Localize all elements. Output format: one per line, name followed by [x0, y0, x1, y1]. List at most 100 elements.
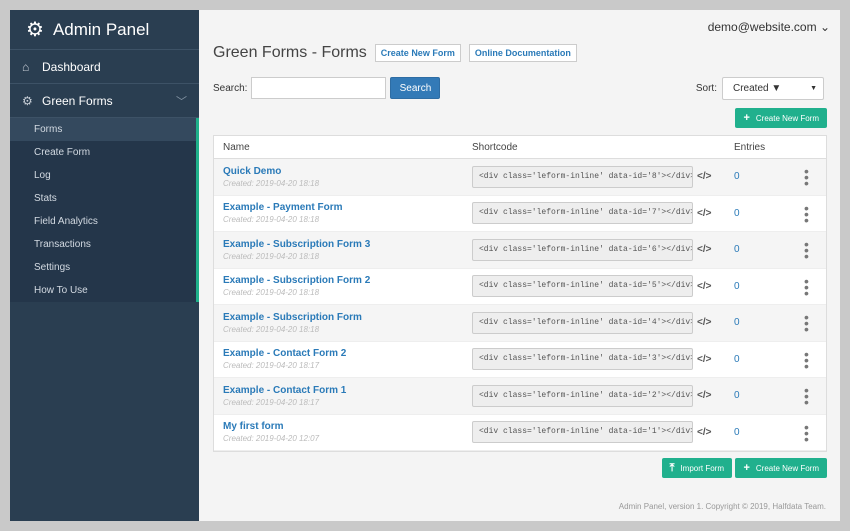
- chevron-down-icon: ⌄: [819, 20, 830, 34]
- home-icon: ⌂: [22, 59, 30, 74]
- form-name-link[interactable]: Example - Subscription Form 2: [223, 275, 472, 286]
- created-date: Created: 2019-04-20 18:18: [223, 215, 320, 225]
- form-name-link[interactable]: Quick Demo: [223, 166, 472, 177]
- entries-link[interactable]: 0: [734, 281, 794, 292]
- form-name-link[interactable]: Example - Contact Form 1: [223, 385, 472, 396]
- entries-link[interactable]: 0: [734, 390, 794, 401]
- more-options-icon[interactable]: • • •: [804, 164, 809, 190]
- table-row: Example - Payment Form Created: 2019-04-2…: [214, 196, 826, 232]
- created-date: Created: 2019-04-20 18:17: [223, 361, 320, 371]
- search-label: Search:: [213, 82, 248, 94]
- table-row: Example - Subscription Form Created: 2019…: [214, 305, 826, 342]
- shortcode-field[interactable]: <div class='leform-inline' data-id='1'><…: [472, 421, 693, 444]
- upload-icon: ⤒: [669, 461, 675, 474]
- entries-link[interactable]: 0: [734, 244, 794, 255]
- user-email: demo@website.com: [707, 20, 817, 34]
- footer: Admin Panel, version 1. Copyright © 2019…: [618, 502, 826, 511]
- code-icon[interactable]: </>: [697, 317, 711, 328]
- more-options-icon[interactable]: • • •: [804, 420, 809, 446]
- sidebar-item-transactions[interactable]: Transactions: [10, 233, 196, 256]
- create-new-form-button-top[interactable]: + Create New Form: [735, 108, 827, 128]
- form-name-link[interactable]: My first form: [223, 421, 472, 432]
- more-options-icon[interactable]: • • •: [804, 310, 809, 336]
- create-new-form-button-bottom[interactable]: + Create New Form: [735, 458, 827, 478]
- gears-icon: ⚙: [26, 19, 44, 41]
- more-options-icon[interactable]: • • •: [804, 237, 809, 263]
- chevron-down-icon: ﹀: [176, 96, 187, 108]
- sort-label: Sort:: [695, 83, 717, 94]
- shortcode-field[interactable]: <div class='leform-inline' data-id='3'><…: [472, 348, 693, 371]
- sidebar-item-stats[interactable]: Stats: [10, 187, 196, 210]
- sidebar-item-settings[interactable]: Settings: [10, 256, 196, 279]
- created-date: Created: 2019-04-20 18:17: [223, 397, 320, 407]
- brand[interactable]: ⚙ Admin Panel: [10, 10, 199, 50]
- create-new-form-link[interactable]: Create New Form: [374, 44, 461, 62]
- entries-link[interactable]: 0: [734, 171, 794, 182]
- table-row: Example - Subscription Form 3 Created: 20…: [214, 232, 826, 269]
- code-icon[interactable]: </>: [697, 171, 711, 182]
- sort-select[interactable]: Created ▼ ▼: [722, 77, 824, 100]
- shortcode-field[interactable]: <div class='leform-inline' data-id='5'><…: [472, 275, 693, 298]
- online-documentation-link[interactable]: Online Documentation: [468, 44, 577, 62]
- button-label: Create New Form: [755, 463, 819, 473]
- table-row: Example - Contact Form 1 Created: 2019-04…: [214, 378, 826, 415]
- created-date: Created: 2019-04-20 18:18: [223, 178, 320, 188]
- col-entries: Entries: [734, 141, 766, 153]
- col-shortcode: Shortcode: [472, 141, 518, 153]
- import-form-button[interactable]: ⤒ Import Form: [661, 458, 732, 478]
- table-header: Name Shortcode Entries: [214, 136, 826, 159]
- shortcode-field[interactable]: <div class='leform-inline' data-id='2'><…: [472, 384, 693, 407]
- sidebar-group-green-forms[interactable]: ⚙ Green Forms ﹀: [10, 84, 199, 118]
- more-options-icon[interactable]: • • •: [804, 347, 809, 373]
- more-options-icon[interactable]: • • •: [804, 383, 809, 409]
- sidebar-item-forms[interactable]: Forms: [10, 118, 196, 141]
- created-date: Created: 2019-04-20 12:07: [223, 434, 320, 444]
- sort-value: Created ▼: [733, 83, 782, 94]
- gear-icon: ⚙: [22, 93, 33, 108]
- created-date: Created: 2019-04-20 18:18: [223, 288, 320, 298]
- table-row: Example - Contact Form 2 Created: 2019-04…: [214, 342, 826, 378]
- shortcode-field[interactable]: <div class='leform-inline' data-id='6'><…: [472, 238, 693, 261]
- code-icon[interactable]: </>: [697, 208, 711, 219]
- more-options-icon[interactable]: • • •: [804, 201, 809, 227]
- table-row: Example - Subscription Form 2 Created: 20…: [214, 269, 826, 305]
- created-date: Created: 2019-04-20 18:18: [223, 324, 320, 334]
- entries-link[interactable]: 0: [734, 354, 794, 365]
- brand-title: Admin Panel: [52, 19, 150, 39]
- button-label: Import Form: [680, 463, 724, 473]
- plus-icon: +: [743, 112, 750, 124]
- form-name-link[interactable]: Example - Payment Form: [223, 202, 472, 213]
- col-name: Name: [223, 141, 250, 153]
- sidebar-item-field-analytics[interactable]: Field Analytics: [10, 210, 196, 233]
- search-button[interactable]: Search: [390, 77, 441, 99]
- code-icon[interactable]: </>: [697, 281, 711, 292]
- sidebar-submenu: Forms Create Form Log Stats Field Analytics T…: [10, 118, 199, 302]
- more-options-icon[interactable]: • • •: [804, 274, 809, 300]
- sidebar-item-create-form[interactable]: Create Form: [10, 141, 196, 164]
- user-menu[interactable]: demo@website.com ⌄: [708, 20, 830, 34]
- forms-table: Name Shortcode Entries Quick Demo Created: …: [213, 135, 827, 452]
- code-icon[interactable]: </>: [697, 390, 711, 401]
- table-row: Quick Demo Created: 2019-04-20 18:18 <div…: [214, 159, 826, 196]
- table-row: My first form Created: 2019-04-20 12:07 <…: [214, 415, 826, 451]
- sidebar-item-log[interactable]: Log: [10, 164, 196, 187]
- form-name-link[interactable]: Example - Subscription Form: [223, 312, 472, 323]
- shortcode-field[interactable]: <div class='leform-inline' data-id='7'><…: [472, 202, 693, 225]
- sidebar-item-how-to-use[interactable]: How To Use: [10, 279, 196, 302]
- entries-link[interactable]: 0: [734, 317, 794, 328]
- sidebar-item-dashboard[interactable]: ⌂ Dashboard: [10, 50, 199, 84]
- code-icon[interactable]: </>: [697, 244, 711, 255]
- shortcode-field[interactable]: <div class='leform-inline' data-id='4'><…: [472, 311, 693, 334]
- search-input[interactable]: [251, 77, 387, 99]
- caret-down-icon: ▼: [810, 85, 817, 92]
- plus-icon: +: [743, 462, 750, 474]
- page-title: Green Forms - Forms: [213, 44, 367, 61]
- code-icon[interactable]: </>: [697, 427, 711, 438]
- entries-link[interactable]: 0: [734, 427, 794, 438]
- shortcode-field[interactable]: <div class='leform-inline' data-id='8'><…: [472, 165, 693, 188]
- form-name-link[interactable]: Example - Contact Form 2: [223, 348, 472, 359]
- entries-link[interactable]: 0: [734, 208, 794, 219]
- sidebar-item-label: Green Forms: [42, 93, 113, 108]
- form-name-link[interactable]: Example - Subscription Form 3: [223, 239, 472, 250]
- code-icon[interactable]: </>: [697, 354, 711, 365]
